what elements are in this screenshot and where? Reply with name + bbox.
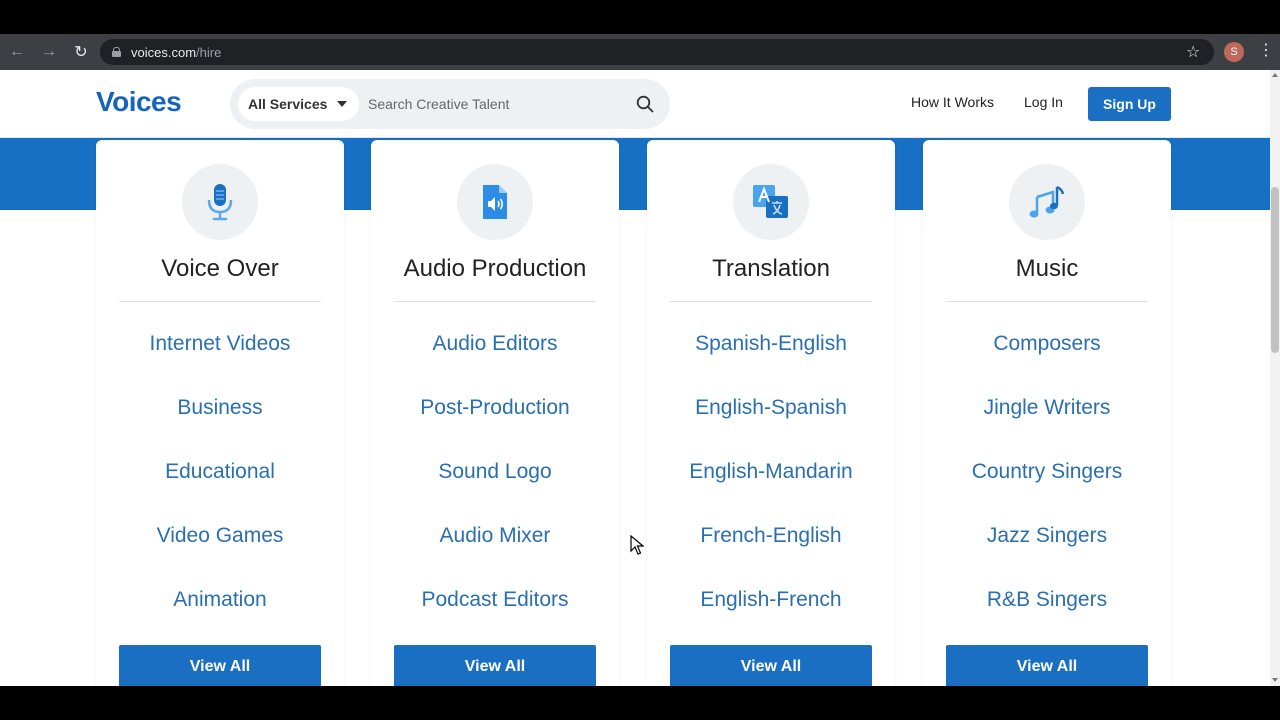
web-page: Voices All Services How It Works Log In … bbox=[0, 70, 1280, 686]
category-link[interactable]: English-Mandarin bbox=[647, 460, 895, 484]
divider bbox=[946, 301, 1148, 302]
category-link[interactable]: Animation bbox=[96, 588, 344, 612]
translate-icon bbox=[753, 185, 788, 218]
music-note-icon bbox=[1029, 185, 1065, 218]
card-title: Translation bbox=[712, 255, 830, 282]
url-host: voices.com bbox=[131, 44, 197, 60]
category-link[interactable]: Business bbox=[96, 396, 344, 420]
top-letterbox bbox=[0, 0, 1280, 34]
lock-icon[interactable] bbox=[112, 47, 121, 57]
category-link[interactable]: Jingle Writers bbox=[923, 396, 1171, 420]
view-all-button[interactable]: View All bbox=[946, 645, 1148, 686]
log-in-link[interactable]: Log In bbox=[1024, 94, 1063, 110]
reload-icon[interactable]: ↻ bbox=[66, 37, 96, 67]
star-icon[interactable]: ☆ bbox=[1186, 42, 1200, 62]
category-card-voice-over: Voice Over Internet Videos Business Educ… bbox=[96, 140, 344, 686]
back-icon[interactable]: ← bbox=[2, 37, 32, 67]
profile-avatar[interactable]: S bbox=[1224, 42, 1244, 62]
category-link[interactable]: Audio Mixer bbox=[371, 524, 619, 548]
view-all-button[interactable]: View All bbox=[119, 645, 321, 686]
category-link[interactable]: Audio Editors bbox=[371, 332, 619, 356]
scroll-down-icon[interactable] bbox=[1272, 678, 1278, 682]
card-title: Voice Over bbox=[161, 255, 279, 282]
category-card-translation: Translation Spanish-English English-Span… bbox=[647, 140, 895, 686]
view-all-button[interactable]: View All bbox=[394, 645, 596, 686]
card-icon-circle bbox=[182, 164, 258, 240]
scroll-thumb[interactable] bbox=[1271, 187, 1279, 353]
menu-icon[interactable]: ⋮ bbox=[1258, 41, 1274, 61]
url-path: /hire bbox=[196, 44, 222, 60]
caret-down-icon bbox=[337, 101, 348, 107]
site-header: Voices All Services How It Works Log In … bbox=[0, 70, 1270, 138]
card-icon-circle bbox=[733, 164, 809, 240]
category-link[interactable]: Podcast Editors bbox=[371, 588, 619, 612]
category-link[interactable]: English-French bbox=[647, 588, 895, 612]
category-link[interactable]: Internet Videos bbox=[96, 332, 344, 356]
service-select-label: All Services bbox=[248, 96, 328, 112]
search-icon[interactable] bbox=[636, 95, 654, 113]
category-link[interactable]: Educational bbox=[96, 460, 344, 484]
card-title: Music bbox=[1015, 255, 1079, 282]
address-bar[interactable]: voices.com/hire bbox=[100, 39, 1214, 65]
card-title: Audio Production bbox=[403, 255, 587, 282]
category-link[interactable]: Post-Production bbox=[371, 396, 619, 420]
category-link[interactable]: R&B Singers bbox=[923, 588, 1171, 612]
category-link[interactable]: Video Games bbox=[96, 524, 344, 548]
bottom-letterbox bbox=[0, 686, 1280, 720]
category-link[interactable]: English-Spanish bbox=[647, 396, 895, 420]
divider bbox=[394, 301, 596, 302]
category-link[interactable]: Sound Logo bbox=[371, 460, 619, 484]
category-link[interactable]: Jazz Singers bbox=[923, 524, 1171, 548]
search-input[interactable] bbox=[362, 87, 622, 121]
category-link[interactable]: Composers bbox=[923, 332, 1171, 356]
mouse-cursor-icon bbox=[630, 535, 644, 555]
screen: ← → ↻ voices.com/hire ☆ S ⋮ Voices All S… bbox=[0, 0, 1280, 720]
divider bbox=[119, 301, 321, 302]
browser-toolbar: ← → ↻ voices.com/hire bbox=[0, 34, 1280, 70]
category-link[interactable]: Country Singers bbox=[923, 460, 1171, 484]
how-it-works-link[interactable]: How It Works bbox=[911, 94, 994, 110]
forward-icon[interactable]: → bbox=[34, 37, 64, 67]
microphone-icon bbox=[207, 184, 233, 221]
view-all-button[interactable]: View All bbox=[670, 645, 872, 686]
audio-file-icon bbox=[483, 185, 507, 219]
scroll-up-icon[interactable] bbox=[1272, 73, 1278, 77]
search-bar: All Services bbox=[230, 79, 670, 129]
category-card-audio-production: Audio Production Audio Editors Post-Prod… bbox=[371, 140, 619, 686]
page-scrollbar[interactable] bbox=[1270, 70, 1280, 686]
sign-up-button[interactable]: Sign Up bbox=[1088, 87, 1171, 121]
category-link[interactable]: French-English bbox=[647, 524, 895, 548]
service-select[interactable]: All Services bbox=[238, 87, 360, 121]
card-icon-circle bbox=[1009, 164, 1085, 240]
card-icon-circle bbox=[457, 164, 533, 240]
divider bbox=[670, 301, 872, 302]
voices-logo[interactable]: Voices bbox=[96, 86, 182, 118]
category-card-music: Music Composers Jingle Writers Country S… bbox=[923, 140, 1171, 686]
category-link[interactable]: Spanish-English bbox=[647, 332, 895, 356]
